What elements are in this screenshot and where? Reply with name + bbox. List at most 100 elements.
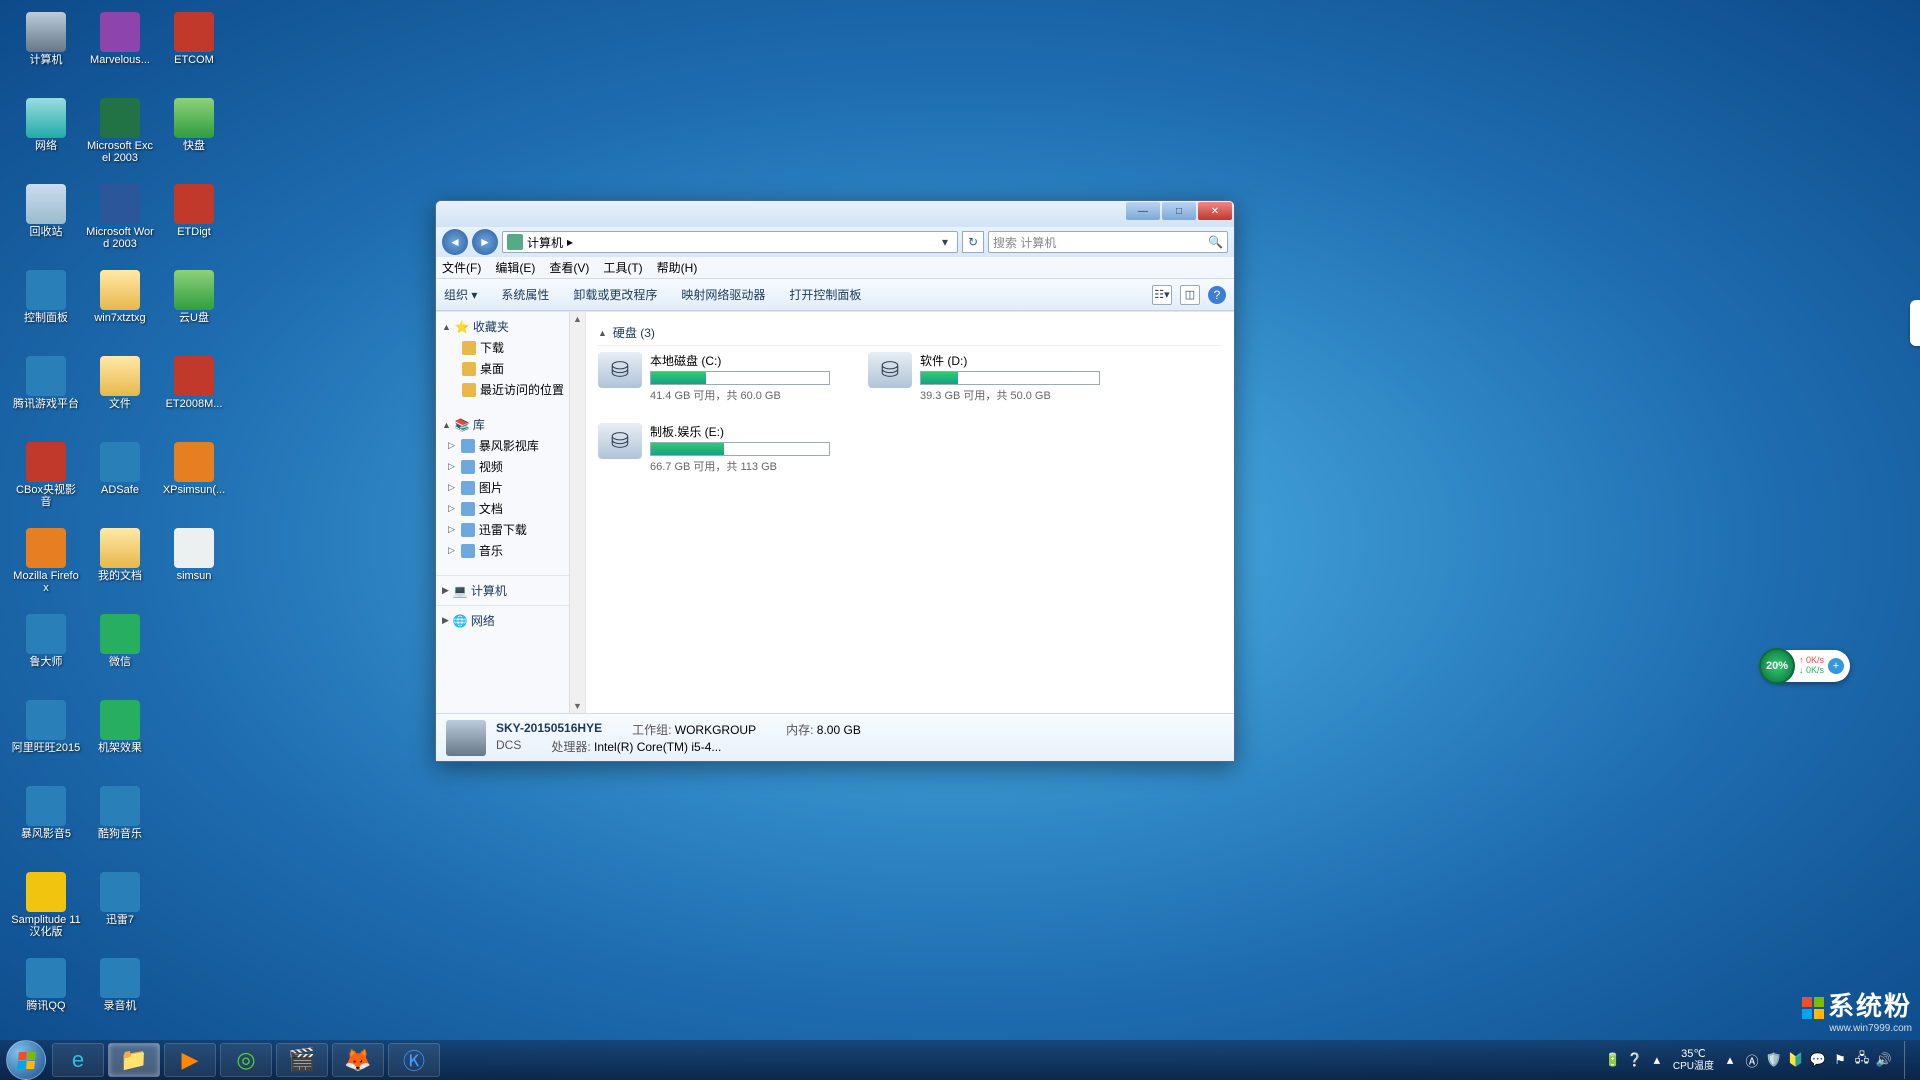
show-desktop-button[interactable] <box>1904 1041 1914 1079</box>
desktop-icon[interactable]: 鲁大师 <box>10 612 82 694</box>
nav-libraries-header[interactable]: ▲📚库 <box>436 414 585 435</box>
network-gadget[interactable]: 20% ↑ 0K/s ↓ 0K/s + <box>1761 650 1850 682</box>
desktop-icon[interactable]: 迅雷7 <box>84 870 156 952</box>
desktop-icon[interactable]: Microsoft Excel 2003 <box>84 96 156 178</box>
taskbar-ie[interactable]: e <box>52 1043 104 1077</box>
desktop-icon[interactable]: ETCOM <box>158 10 230 92</box>
address-bar[interactable]: 计算机 ▸ ▾ <box>502 231 958 253</box>
nav-computer[interactable]: ▶💻计算机 <box>436 580 585 601</box>
desktop-icon[interactable]: ADSafe <box>84 440 156 522</box>
address-dropdown[interactable]: ▾ <box>937 235 953 249</box>
tray-flag-icon[interactable]: ⚑ <box>1832 1052 1848 1068</box>
desktop-icon[interactable]: Samplitude 11 汉化版 <box>10 870 82 952</box>
desktop-icon[interactable]: 微信 <box>84 612 156 694</box>
menu-item[interactable]: 编辑(E) <box>495 259 535 276</box>
desktop-icon[interactable]: 录音机 <box>84 956 156 1038</box>
taskbar-kugou[interactable]: Ⓚ <box>388 1043 440 1077</box>
desktop-icon[interactable]: 阿里旺旺2015 <box>10 698 82 780</box>
nav-fav-item[interactable]: 下载 <box>436 337 585 358</box>
start-button[interactable] <box>6 1040 46 1080</box>
nav-scrollbar[interactable] <box>569 312 585 713</box>
refresh-button[interactable]: ↻ <box>962 231 984 253</box>
desktop-icon[interactable]: 我的文档 <box>84 526 156 608</box>
taskbar-video[interactable]: 🎬 <box>276 1043 328 1077</box>
nav-network[interactable]: ▶🌐网络 <box>436 610 585 631</box>
tray-help-icon[interactable]: ❔ <box>1627 1052 1643 1068</box>
desktop-icon[interactable]: ETDigt <box>158 182 230 264</box>
menu-item[interactable]: 文件(F) <box>442 259 481 276</box>
taskbar-explorer[interactable]: 📁 <box>108 1043 160 1077</box>
side-tab[interactable] <box>1910 300 1920 346</box>
nav-back-button[interactable]: ◄ <box>442 229 468 255</box>
desktop-icon[interactable]: 暴风影音5 <box>10 784 82 866</box>
desktop-icon[interactable]: 控制面板 <box>10 268 82 350</box>
desktop-icon[interactable]: 文件 <box>84 354 156 436</box>
nav-favorites-header[interactable]: ▲⭐收藏夹 <box>436 316 585 337</box>
tray-chevron-up-icon[interactable]: ▴ <box>1722 1052 1738 1068</box>
search-box[interactable]: 搜索 计算机 🔍 <box>988 231 1228 253</box>
taskbar-media[interactable]: ▶ <box>164 1043 216 1077</box>
toolbar-item[interactable]: 映射网络驱动器 <box>681 286 765 303</box>
desktop-icon[interactable]: ET2008M... <box>158 354 230 436</box>
nav-lib-item[interactable]: ▷迅雷下载 <box>436 519 585 540</box>
drive-item[interactable]: ⛁本地磁盘 (C:)41.4 GB 可用，共 60.0 GB <box>598 352 848 403</box>
desktop-icon[interactable]: 网络 <box>10 96 82 178</box>
desktop[interactable]: 计算机Marvelous...ETCOM网络Microsoft Excel 20… <box>0 0 1920 1080</box>
desktop-icon[interactable]: 机架效果 <box>84 698 156 780</box>
minimize-button[interactable]: — <box>1126 202 1160 220</box>
nav-lib-item[interactable]: ▷音乐 <box>436 540 585 561</box>
desktop-icon[interactable]: 回收站 <box>10 182 82 264</box>
menu-item[interactable]: 帮助(H) <box>657 259 698 276</box>
nav-fav-item[interactable]: 桌面 <box>436 358 585 379</box>
tray-net-icon[interactable]: 🖧 <box>1854 1052 1870 1068</box>
toolbar-item[interactable]: 系统属性 <box>501 286 549 303</box>
breadcrumb-sep[interactable]: ▸ <box>567 235 573 249</box>
desktop-icon[interactable]: 云U盘 <box>158 268 230 350</box>
app-icon <box>174 528 214 568</box>
nav-lib-item[interactable]: ▷文档 <box>436 498 585 519</box>
tray-temperature[interactable]: 35℃ CPU温度 <box>1673 1048 1714 1071</box>
toolbar-item[interactable]: 打开控制面板 <box>789 286 861 303</box>
drive-item[interactable]: ⛁制板.娱乐 (E:)66.7 GB 可用，共 113 GB <box>598 423 848 474</box>
gadget-expand-button[interactable]: + <box>1828 658 1844 674</box>
tray-security-icon[interactable]: 🔰 <box>1788 1052 1804 1068</box>
taskbar-360[interactable]: ◎ <box>220 1043 272 1077</box>
menu-item[interactable]: 查看(V) <box>549 259 589 276</box>
nav-lib-item[interactable]: ▷图片 <box>436 477 585 498</box>
help-button[interactable]: ? <box>1208 286 1226 304</box>
toolbar-item[interactable]: 卸载或更改程序 <box>573 286 657 303</box>
taskbar-firefox[interactable]: 🦊 <box>332 1043 384 1077</box>
desktop-icon[interactable]: 快盘 <box>158 96 230 178</box>
drive-item[interactable]: ⛁软件 (D:)39.3 GB 可用，共 50.0 GB <box>868 352 1118 403</box>
tray-battery-icon[interactable]: 🔋 <box>1605 1052 1621 1068</box>
desktop-icon[interactable]: 计算机 <box>10 10 82 92</box>
tray-wechat-icon[interactable]: 💬 <box>1810 1052 1826 1068</box>
toolbar-item[interactable]: 组织 ▾ <box>444 286 477 303</box>
tray-shield-icon[interactable]: 🛡️ <box>1766 1052 1782 1068</box>
view-options-button[interactable]: ☷▾ <box>1152 285 1172 305</box>
drives-section-header[interactable]: ▲硬盘 (3) <box>598 320 1222 346</box>
desktop-icon[interactable]: 酷狗音乐 <box>84 784 156 866</box>
preview-pane-button[interactable]: ◫ <box>1180 285 1200 305</box>
titlebar[interactable]: — □ ✕ <box>436 201 1234 227</box>
tray-volume-icon[interactable]: 🔊 <box>1876 1052 1892 1068</box>
desktop-icon[interactable]: 腾讯QQ <box>10 956 82 1038</box>
desktop-icon[interactable]: 腾讯游戏平台 <box>10 354 82 436</box>
desktop-icon[interactable]: win7xtztxg <box>84 268 156 350</box>
menu-item[interactable]: 工具(T) <box>603 259 642 276</box>
breadcrumb-root[interactable]: 计算机 <box>527 234 563 251</box>
nav-lib-item[interactable]: ▷视频 <box>436 456 585 477</box>
desktop-icon[interactable]: simsun <box>158 526 230 608</box>
desktop-icon[interactable]: XPsimsun(... <box>158 440 230 522</box>
tray-app1-icon[interactable]: Ⓐ <box>1744 1052 1760 1068</box>
nav-fav-item[interactable]: 最近访问的位置 <box>436 379 585 400</box>
maximize-button[interactable]: □ <box>1162 202 1196 220</box>
nav-lib-item[interactable]: ▷暴风影视库 <box>436 435 585 456</box>
desktop-icon[interactable]: CBox央视影音 <box>10 440 82 522</box>
close-button[interactable]: ✕ <box>1198 202 1232 220</box>
tray-chevron-icon[interactable]: ▴ <box>1649 1052 1665 1068</box>
desktop-icon[interactable]: Mozilla Firefox <box>10 526 82 608</box>
desktop-icon[interactable]: Marvelous... <box>84 10 156 92</box>
nav-forward-button[interactable]: ► <box>472 229 498 255</box>
desktop-icon[interactable]: Microsoft Word 2003 <box>84 182 156 264</box>
